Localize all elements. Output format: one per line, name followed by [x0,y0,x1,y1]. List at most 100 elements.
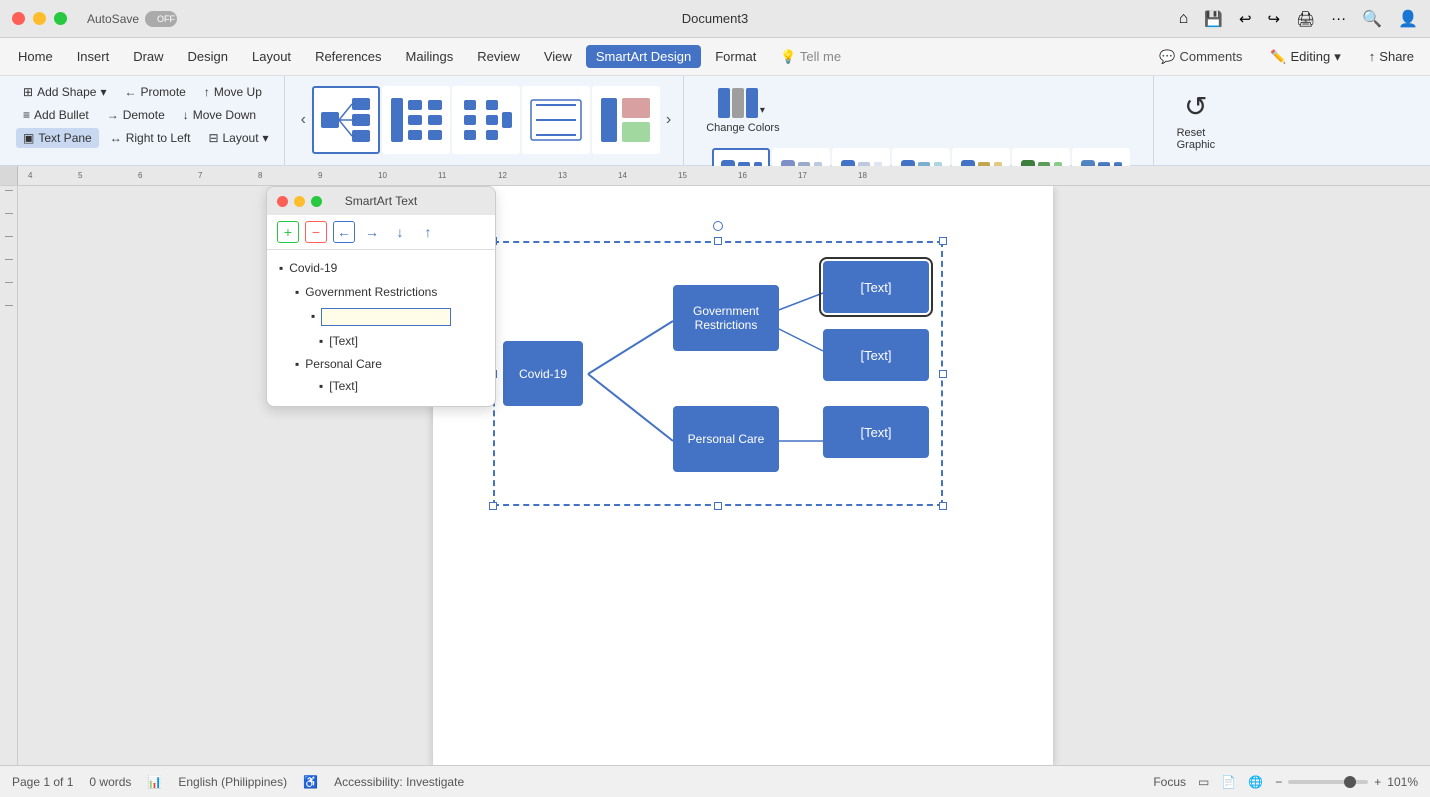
pane-toolbar: + − ← → ↓ ↑ [267,215,495,250]
text2-bullet: ▪ [319,376,323,398]
pane-down-button[interactable]: ↓ [389,221,411,243]
menu-tell-me[interactable]: 💡 Tell me [770,45,851,69]
add-bullet-button[interactable]: ≡ Add Bullet [16,105,96,125]
pane-maximize-button[interactable] [311,196,322,207]
pane-close-button[interactable] [277,196,288,207]
zoom-in-icon[interactable]: + [1374,775,1381,789]
menu-review[interactable]: Review [467,45,530,68]
layout-thumb-2[interactable] [382,86,450,154]
personal-care-node[interactable]: Personal Care [673,406,779,472]
menu-mailings[interactable]: Mailings [396,45,464,68]
autosave-toggle[interactable]: OFF [145,11,177,27]
move-up-button[interactable]: ↑ Move Up [197,82,269,102]
share-button[interactable]: ↑ Share [1361,45,1422,68]
svg-text:18: 18 [858,171,867,180]
gov-restrictions-node[interactable]: Government Restrictions [673,285,779,351]
right-to-left-button[interactable]: ↔ Right to Left [103,128,198,148]
change-colors-button[interactable]: ▾ Change Colors [696,82,789,140]
menu-layout[interactable]: Layout [242,45,301,68]
layout-icon: ⊟ [208,131,218,145]
pane-item-text1: ▪ [Text] [279,331,483,353]
text1-node[interactable]: [Text] [823,261,929,313]
menu-references[interactable]: References [305,45,391,68]
language[interactable]: English (Philippines) [178,775,287,789]
rtl-label: Right to Left [126,131,191,145]
covid-node[interactable]: Covid-19 [503,341,583,406]
pane-item-personal: ▪ Personal Care [279,354,483,376]
menu-draw[interactable]: Draw [123,45,173,68]
zoom-control[interactable]: − + 101% [1275,775,1418,789]
zoom-slider[interactable] [1288,780,1368,784]
undo-icon[interactable]: ↩ [1239,10,1252,28]
ruler-tick [5,236,13,237]
comments-button[interactable]: 💬 Comments [1151,45,1250,69]
text2-node[interactable]: [Text] [823,329,929,381]
change-colors-label: Change Colors [706,122,779,134]
promote-button[interactable]: ← Promote [117,82,192,102]
pane-left-button[interactable]: ← [333,221,355,243]
smartart-selection-container[interactable]: ◂ Covid-19 [493,241,943,506]
text-pane-button[interactable]: ▣ Text Pane [16,128,99,148]
menu-design[interactable]: Design [178,45,238,68]
text3-node[interactable]: [Text] [823,406,929,458]
pane-content: ▪ Covid-19 ▪ Government Restrictions ▪ ▪… [267,250,495,406]
account-icon[interactable]: 👤 [1398,9,1418,29]
move-down-button[interactable]: ↓ Move Down [176,105,263,125]
view-web-icon[interactable]: 🌐 [1248,775,1263,789]
layouts-next-button[interactable]: › [662,111,675,129]
add-shape-row: ⊞ Add Shape ▾ ← Promote ↑ Move Up [16,82,269,102]
menu-insert[interactable]: Insert [67,45,120,68]
search-icon[interactable]: 🔍 [1362,9,1382,29]
pane-remove-button[interactable]: − [305,221,327,243]
menu-format[interactable]: Format [705,45,766,68]
minimize-button[interactable] [33,12,46,25]
layouts-prev-button[interactable]: ‹ [297,111,310,129]
toggle-state: OFF [157,14,175,24]
demote-button[interactable]: → Demote [100,105,172,125]
add-shape-button[interactable]: ⊞ Add Shape ▾ [16,82,113,102]
reset-graphic-button[interactable]: ↺ ResetGraphic [1166,82,1226,159]
page-info: Page 1 of 1 [12,775,73,789]
save-icon[interactable]: 💾 [1204,10,1223,28]
layout-thumb-3[interactable] [452,86,520,154]
layout-thumb-1[interactable] [312,86,380,154]
autosave-control[interactable]: AutoSave OFF [87,11,177,27]
redo-icon[interactable]: ↪ [1268,10,1281,28]
close-button[interactable] [12,12,25,25]
accessibility-label[interactable]: Accessibility: Investigate [334,775,464,789]
more-icon[interactable]: ··· [1331,10,1346,27]
view-reading-icon[interactable]: 📄 [1221,775,1236,789]
print-icon[interactable]: 🖨 [1296,10,1315,28]
canvas[interactable]: ◂ Covid-19 [18,186,1430,765]
layout-thumb-5[interactable] [592,86,660,154]
menu-view[interactable]: View [534,45,582,68]
add-shape-chevron: ▾ [100,85,106,99]
move-down-icon: ↓ [183,108,189,122]
view-normal-icon[interactable]: ▭ [1198,775,1209,789]
pane-minimize-button[interactable] [294,196,305,207]
zoom-out-icon[interactable]: − [1275,775,1282,789]
home-icon[interactable]: ⌂ [1179,10,1189,28]
editing-button[interactable]: ✏️ Editing ▾ [1262,45,1348,69]
zoom-thumb[interactable] [1344,776,1356,788]
ruler-main: 4 5 6 7 8 9 10 11 12 13 14 15 16 17 18 [18,166,1430,185]
layout-button[interactable]: ⊟ Layout ▾ [201,128,275,148]
rotate-handle[interactable] [713,221,723,231]
menu-smartart-design[interactable]: SmartArt Design [586,45,701,68]
word-count-icon[interactable]: 📊 [147,775,162,789]
pane-right-button[interactable]: → [361,221,383,243]
pane-up-button[interactable]: ↑ [417,221,439,243]
pane-text-input[interactable] [321,308,451,326]
pane-traffic-lights [277,196,322,207]
layouts-container: ‹ [297,82,676,158]
layout-thumb-4[interactable] [522,86,590,154]
maximize-button[interactable] [54,12,67,25]
reset-graphic-icon: ↺ [1184,90,1207,123]
pane-add-button[interactable]: + [277,221,299,243]
ruler-tick [5,282,13,283]
left-ruler [0,186,18,765]
svg-text:15: 15 [678,171,687,180]
menu-bar-actions: 💬 Comments ✏️ Editing ▾ ↑ Share [1151,45,1422,69]
menu-home[interactable]: Home [8,45,63,68]
focus-button[interactable]: Focus [1153,775,1186,789]
